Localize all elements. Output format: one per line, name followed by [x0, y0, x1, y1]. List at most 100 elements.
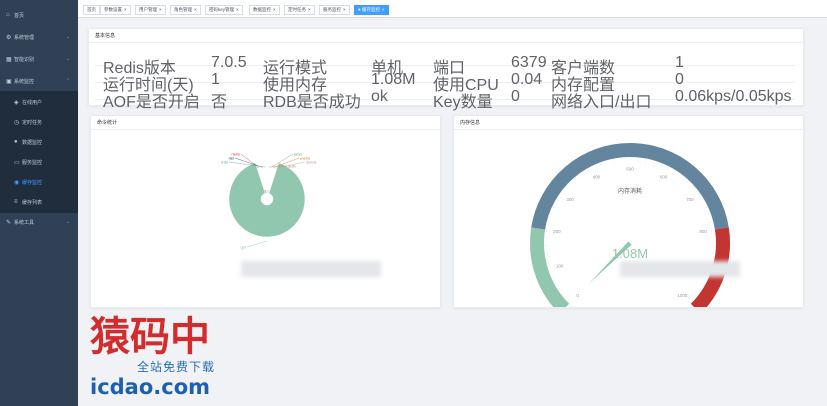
table-row: Redis版本 7.0.5 运行模式 单机 端口 6379 客户端数 1 [95, 49, 795, 77]
sidebar-item-jobs[interactable]: ◷ 定时任务 [0, 111, 78, 133]
sidebar-item-home[interactable]: ⌂ 首页 [0, 4, 78, 26]
sidebar-item-online-users[interactable]: ◈ 在线用户 [0, 91, 78, 113]
sidebar-item-cache[interactable]: ◉ 缓存监控 [0, 171, 78, 193]
close-icon[interactable]: × [159, 7, 162, 12]
gauge-minor-tick [548, 268, 553, 270]
memory-info-card: 内存信息 01002003004005006007008009001000内存消… [453, 115, 804, 308]
gauge-minor-tick [545, 229, 550, 231]
gauge-minor-tick [652, 160, 655, 165]
close-icon[interactable]: × [194, 7, 197, 12]
sidebar-item-label: 系统管理 [14, 34, 35, 41]
gauge-minor-tick [691, 185, 695, 189]
info-value: ok [371, 88, 388, 105]
gauge-minor-tick [697, 288, 702, 292]
gauge-tick-label: 100 [556, 263, 564, 268]
tag-label: 缓存监控 [361, 7, 380, 12]
gauge-minor-tick [546, 221, 551, 223]
gauge-minor-tick [687, 300, 691, 304]
gauge-tick-label: 700 [686, 197, 694, 202]
sidebar-item-tools[interactable]: ✎ 系统工具 ⌄ [0, 211, 78, 233]
sidebar-item-label: 服务监控 [22, 159, 43, 166]
gauge-minor-tick [710, 229, 715, 231]
pie-label: delete [306, 160, 318, 165]
gauge-minor-tick [555, 199, 560, 202]
sidebar-item-recognition[interactable]: ▦ 智能识别 ⌄ [0, 48, 78, 70]
gauge-minor-tick [560, 192, 564, 196]
clock-icon: ◷ [14, 119, 20, 126]
watermark-logo-text: 猿码中 [90, 315, 210, 359]
monitor-icon: ▣ [6, 78, 12, 85]
tag-datamonitor[interactable]: 数据监控 × [249, 5, 280, 15]
tag-params[interactable]: 参数设置 × [100, 5, 131, 15]
gauge-minor-tick [583, 170, 587, 174]
close-icon[interactable]: × [273, 7, 276, 12]
table-row: 运行时间(天) 1 使用内存 1.08M 使用CPU 0.04 内存配置 0 [95, 66, 795, 94]
blurred-region [620, 261, 740, 277]
gauge-tick-label: 200 [553, 229, 561, 234]
gauge-minor-tick [558, 288, 563, 292]
gauge-tick-label: 0 [576, 293, 579, 298]
chevron-down-icon: ⌄ [65, 34, 70, 40]
sidebar-item-monitor[interactable]: ▣ 系统监控 ⌃ [0, 70, 78, 92]
gauge-name: 内存消耗 [618, 187, 642, 195]
gauge-minor-tick [707, 213, 712, 216]
tag-label: 用户管理 [139, 7, 157, 12]
tag-roles[interactable]: 角色管理 × [170, 5, 201, 15]
gauge-minor-tick [704, 206, 708, 209]
gauge-minor-tick [598, 162, 601, 167]
gauge-tick-label: 500 [626, 167, 634, 172]
close-icon[interactable]: × [308, 7, 311, 12]
users-icon: ◈ [14, 99, 19, 106]
sidebar-item-system[interactable]: ⚙ 系统管理 ⌄ [0, 26, 78, 48]
info-value: 否 [211, 94, 228, 111]
command-pie-chart: gethellodelinfoauthkeysexistsdelete [222, 152, 318, 250]
basic-info-card: 基本信息 Redis版本 7.0.5 运行模式 单机 端口 6379 客户端数 … [88, 28, 804, 111]
gauge-minor-tick [548, 213, 553, 216]
blurred-region [241, 261, 381, 277]
gauge-minor-tick [590, 166, 593, 171]
info-value: 0 [511, 88, 520, 105]
chevron-up-icon: ⌃ [65, 78, 70, 84]
gauge-minor-tick [546, 260, 551, 263]
cache-icon: ◉ [14, 179, 20, 186]
home-icon: ⌂ [6, 12, 10, 18]
gauge-minor-tick [659, 162, 662, 167]
sidebar-item-label: 缓存列表 [22, 199, 43, 206]
server-icon: ▭ [14, 159, 20, 166]
database-icon: ● [14, 139, 18, 145]
close-icon[interactable]: × [124, 7, 127, 12]
tag-keys[interactable]: 密码key管理 × [205, 5, 243, 15]
pie-label: info [222, 160, 229, 165]
gauge-minor-tick [700, 199, 705, 202]
pie-leader-line [246, 240, 268, 248]
gauge-minor-tick [554, 282, 559, 285]
card-title: 命令统计 [91, 116, 440, 130]
tag-label: 参数设置 [104, 7, 122, 12]
close-icon[interactable]: × [236, 7, 239, 12]
gauge-minor-tick [550, 275, 555, 278]
pie-slice[interactable] [228, 162, 306, 238]
tag-server[interactable]: 服务监控 × [319, 5, 350, 15]
sidebar-item-datamonitor[interactable]: ● 数据监控 [0, 131, 78, 153]
sidebar-item-cache-list[interactable]: ≡ 缓存列表 [0, 191, 78, 213]
tag-cache[interactable]: ● 缓存监控 × [354, 5, 389, 15]
sidebar-item-label: 智能识别 [14, 56, 35, 63]
tag-jobs[interactable]: 定时任务 × [284, 5, 315, 15]
tag-users[interactable]: 用户管理 × [135, 5, 166, 15]
gauge-value: 1.08M [612, 246, 648, 261]
gauge-tick-label: 400 [593, 175, 601, 180]
gauge-minor-tick [680, 174, 683, 179]
memory-gauge-chart: 01002003004005006007008009001000内存消耗1.08… [530, 143, 730, 307]
close-icon[interactable]: × [343, 7, 346, 12]
sidebar-item-server[interactable]: ▭ 服务监控 [0, 151, 78, 173]
gauge-minor-tick [673, 170, 677, 174]
gauge-minor-tick [605, 160, 608, 165]
close-icon[interactable]: × [382, 7, 385, 12]
tag-home[interactable]: 首页 [83, 5, 100, 15]
sidebar-item-label: 系统工具 [14, 219, 35, 226]
tag-label: 角色管理 [174, 7, 192, 12]
gauge-minor-tick [693, 295, 697, 299]
gauge-minor-tick [696, 192, 700, 196]
tag-label: 首页 [87, 7, 96, 12]
pie-label: get [240, 245, 246, 250]
